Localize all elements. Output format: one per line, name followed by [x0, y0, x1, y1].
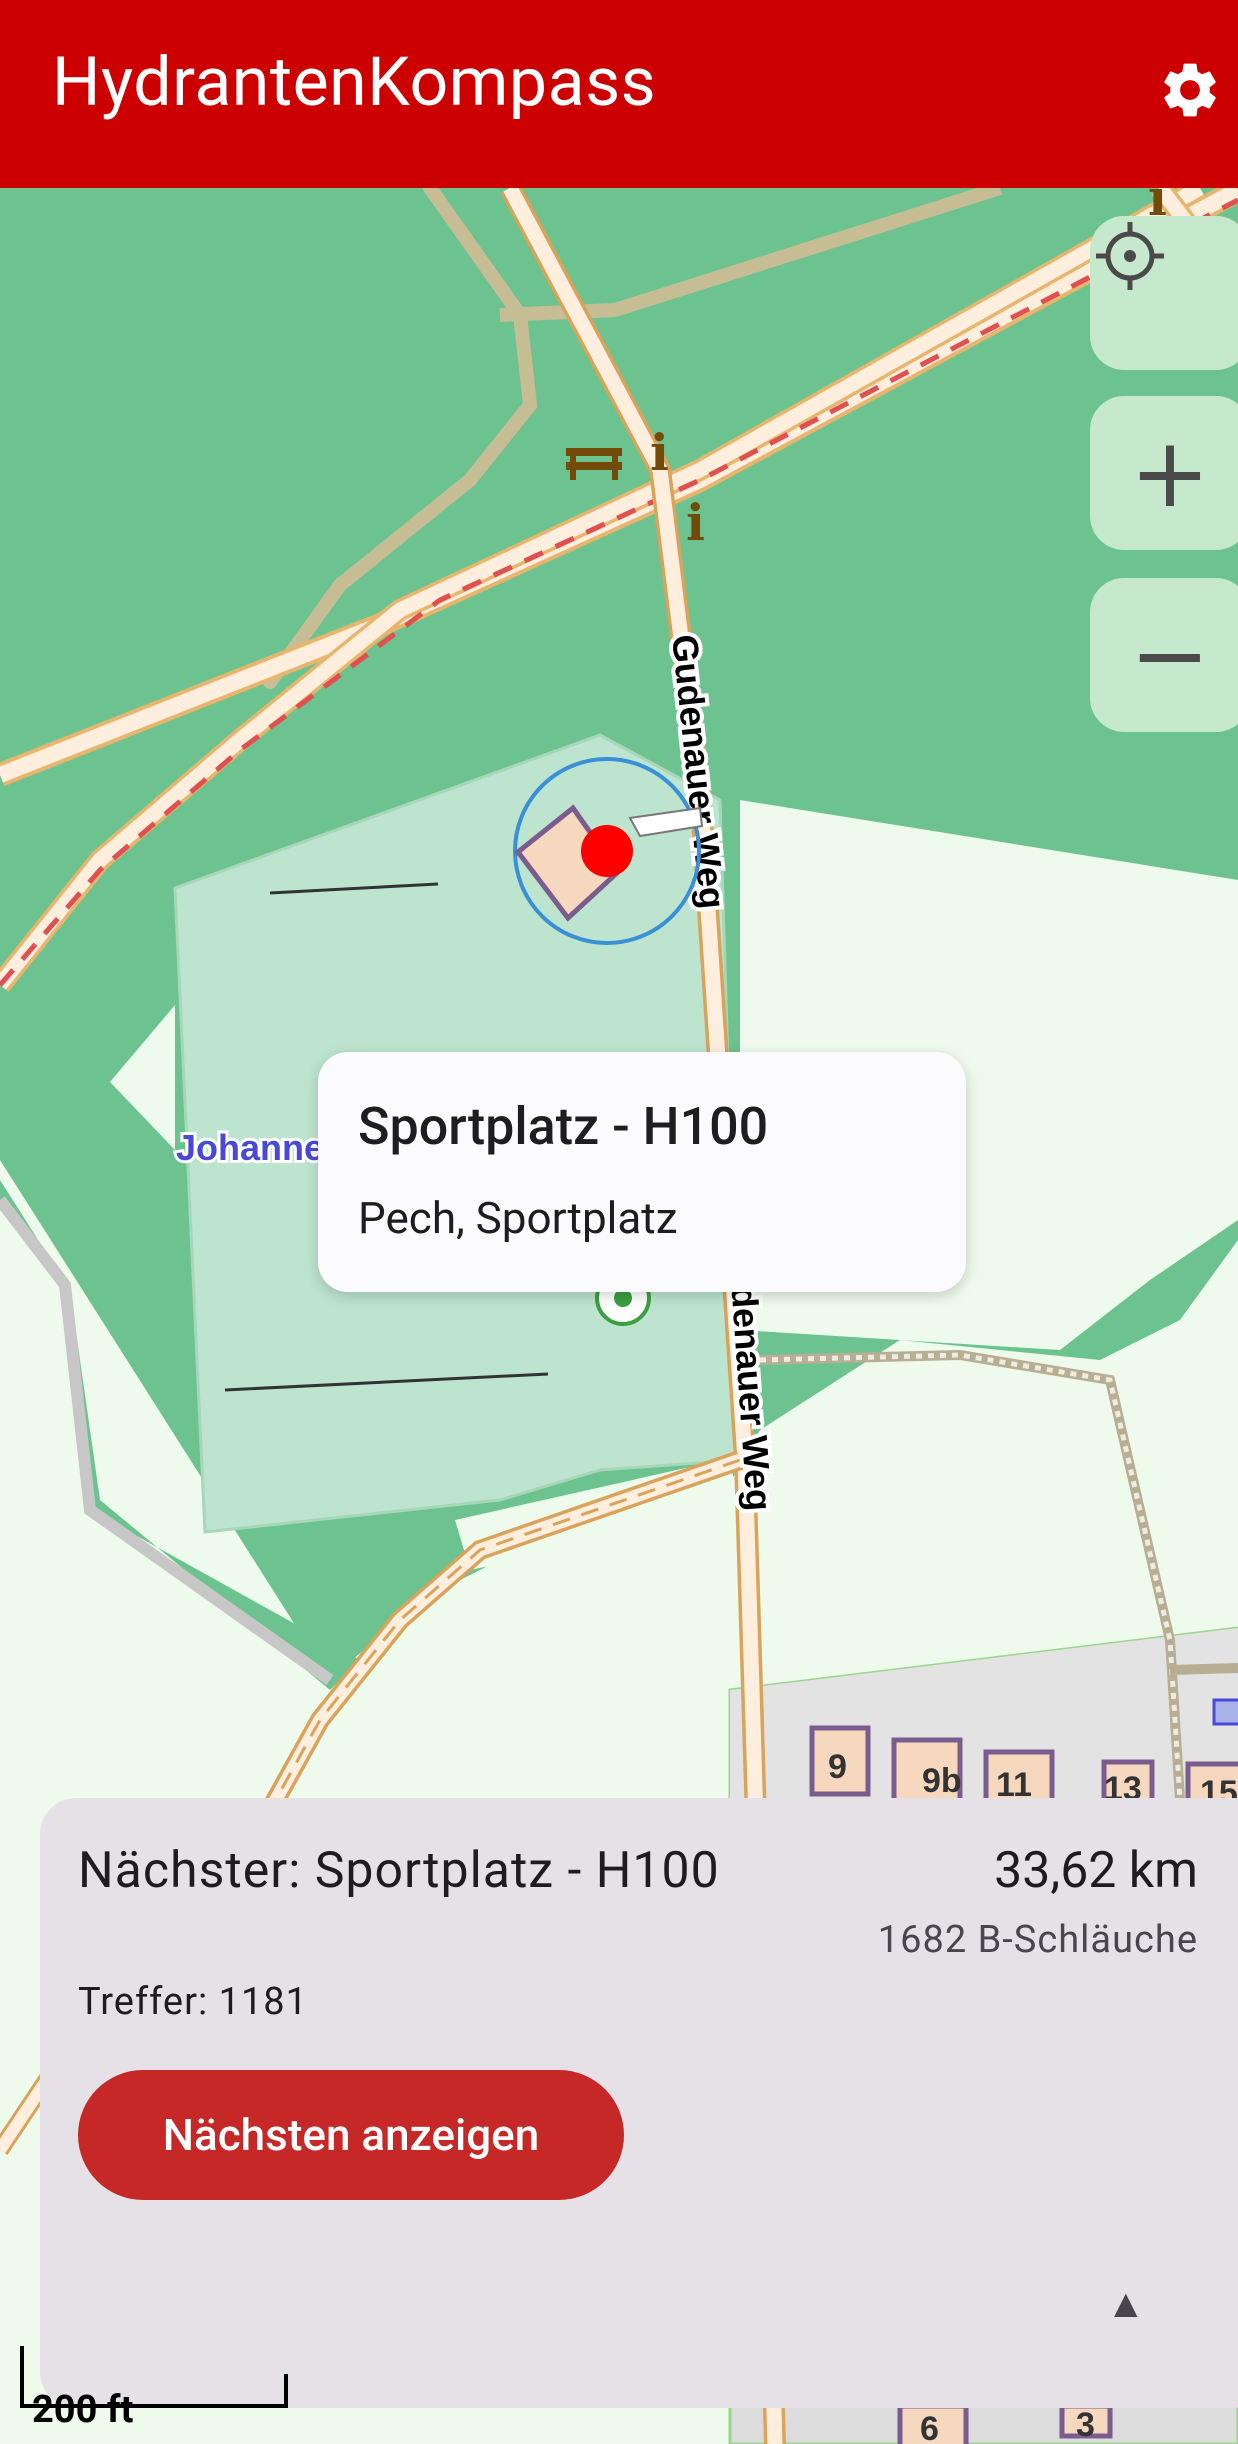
svg-text:i: i [686, 493, 705, 552]
minus-icon: − [1129, 599, 1211, 711]
app-bar: HydrantenKompass [0, 0, 1238, 188]
gear-icon[interactable] [1148, 48, 1232, 132]
svg-text:i: i [650, 423, 669, 482]
hydrant-dot-icon[interactable] [581, 825, 633, 877]
house-number: 9b [922, 1762, 962, 1800]
locate-button[interactable] [1090, 216, 1238, 370]
nearest-hydrant-sheet[interactable]: Nächster: Sportplatz - H100 33,62 km 168… [40, 1798, 1238, 2408]
hit-count: Treffer: 1181 [78, 1980, 309, 2024]
popup-subtitle: Pech, Sportplatz [358, 1192, 678, 1244]
house-number: 9 [828, 1748, 847, 1786]
zoom-in-button[interactable]: + [1090, 396, 1238, 550]
expand-sheet-icon[interactable]: ▲ [1106, 2280, 1146, 2327]
house-number: 3 [1076, 2406, 1095, 2444]
show-nearest-button[interactable]: Nächsten anzeigen [78, 2070, 624, 2200]
distance-value: 33,62 km [994, 1842, 1198, 1900]
app-title: HydrantenKompass [52, 42, 657, 122]
popup-title: Sportplatz - H100 [358, 1096, 769, 1157]
plus-icon: + [1129, 417, 1211, 529]
house-number: 6 [920, 2410, 939, 2444]
hydrant-info-popup[interactable]: Sportplatz - H100 Pech, Sportplatz [318, 1052, 966, 1292]
scale-label: 200 ft [32, 2388, 134, 2432]
crosshair-icon [1096, 222, 1164, 290]
hose-count: 1682 B-Schläuche [877, 1918, 1198, 1962]
nearest-hydrant-label: Nächster: Sportplatz - H100 [78, 1842, 720, 1900]
zoom-out-button[interactable]: − [1090, 578, 1238, 732]
